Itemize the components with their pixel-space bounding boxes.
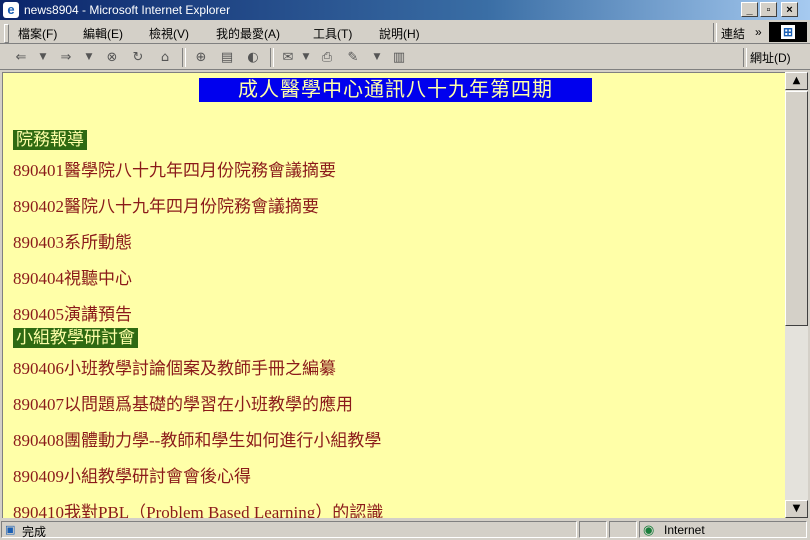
address-label[interactable]: 網址(D) [750,49,791,66]
article-link-890404[interactable]: 890404視聽中心 [13,264,132,289]
links-chevron-icon[interactable]: » [755,25,762,39]
article-link-890408[interactable]: 890408團體動力學--教師和學生如何進行小組教學 [13,426,381,451]
article-link-890403[interactable]: 890403系所動態 [13,228,132,253]
status-panel-progress [579,521,607,538]
edit-icon[interactable]: ✎ [344,49,362,66]
menu-view[interactable]: 檢視(V) [149,25,189,42]
favorites-icon[interactable]: ▤ [218,49,236,66]
globe-icon: ◉ [643,522,655,537]
article-link-890407[interactable]: 890407以問題爲基礎的學習在小班教學的應用 [13,390,353,415]
article-link-890410[interactable]: 890410我對PBL（Problem Based Learning）的認識 [13,498,383,518]
title-bar: e news8904 - Microsoft Internet Explorer… [0,0,810,20]
menu-help[interactable]: 說明(H) [379,25,420,42]
toolbar-separator [182,48,186,67]
stop-icon[interactable]: ⊗ [103,49,121,66]
mail-dropdown-icon[interactable]: ▼ [297,49,315,66]
scroll-up-button[interactable]: ▲ [785,72,808,90]
vertical-scrollbar[interactable]: ▲ ▼ [785,72,808,518]
article-link-890409[interactable]: 890409小組教學研討會會後心得 [13,462,251,487]
minimize-button[interactable]: _ [741,2,758,17]
ie-logo-icon: e [3,2,19,18]
section-heading-news: 院務報導 [13,130,87,150]
throbber: ⊞ [769,22,807,42]
forward-dropdown-icon[interactable]: ▼ [80,49,98,66]
page-done-icon: ▣ [5,524,16,536]
article-link-890405[interactable]: 890405演講預告 [13,300,132,325]
menu-file[interactable]: 檔案(F) [18,25,57,42]
section-heading-seminar: 小組教學研討會 [13,328,138,348]
page-content: 成人醫學中心通訊八十九年第四期 院務報導 890401醫學院八十九年四月份院務會… [2,72,785,518]
home-icon[interactable]: ⌂ [156,49,174,66]
maximize-button[interactable]: ▫ [760,2,777,17]
close-button[interactable]: × [781,2,798,17]
back-icon[interactable]: ⇐ [12,49,30,66]
menu-favorites[interactable]: 我的最愛(A) [216,25,280,42]
windows-logo-icon: ⊞ [781,25,795,39]
menu-edit[interactable]: 編輯(E) [83,25,123,42]
article-link-890402[interactable]: 890402醫院八十九年四月份院務會議摘要 [13,192,319,217]
discuss-icon[interactable]: ▥ [390,49,408,66]
menu-bar: 檔案(F) 編輯(E) 檢視(V) 我的最愛(A) 工具(T) 說明(H) 連結… [0,21,810,44]
edit-dropdown-icon[interactable]: ▼ [368,49,386,66]
links-label[interactable]: 連結 [721,25,745,42]
status-bar: ▣ 完成 ◉ Internet [0,519,810,540]
scroll-down-button[interactable]: ▼ [785,500,808,518]
mail-icon[interactable]: ✉ [279,49,297,66]
forward-icon[interactable]: ⇒ [57,49,75,66]
zone-label: Internet [664,523,705,537]
article-link-890406[interactable]: 890406小班教學討論個案及教師手冊之編纂 [13,354,336,379]
window-title: news8904 - Microsoft Internet Explorer [24,3,231,17]
status-panel-main: ▣ 完成 [1,521,577,539]
page-title: 成人醫學中心通訊八十九年第四期 [199,78,592,102]
search-icon[interactable]: ⊕ [192,49,210,66]
history-icon[interactable]: ◐ [244,49,262,66]
scroll-thumb[interactable] [785,91,808,326]
status-panel-zone: ◉ Internet [639,521,807,538]
menu-tools[interactable]: 工具(T) [313,25,352,42]
print-icon[interactable]: ⎙ [318,49,336,66]
back-dropdown-icon[interactable]: ▼ [34,49,52,66]
status-panel-secure [609,521,637,538]
refresh-icon[interactable]: ↻ [129,49,147,66]
toolbar-separator [270,48,274,67]
article-link-890401[interactable]: 890401醫學院八十九年四月份院務會議摘要 [13,156,336,181]
links-separator [713,23,717,42]
status-text: 完成 [22,525,47,539]
address-separator [743,48,747,67]
menu-grip [4,24,9,43]
toolbar: ⇐ ▼ ⇒ ▼ ⊗ ↻ ⌂ ⊕ ▤ ◐ ✉ ▼ ⎙ ✎ ▼ ▥ [0,45,810,70]
